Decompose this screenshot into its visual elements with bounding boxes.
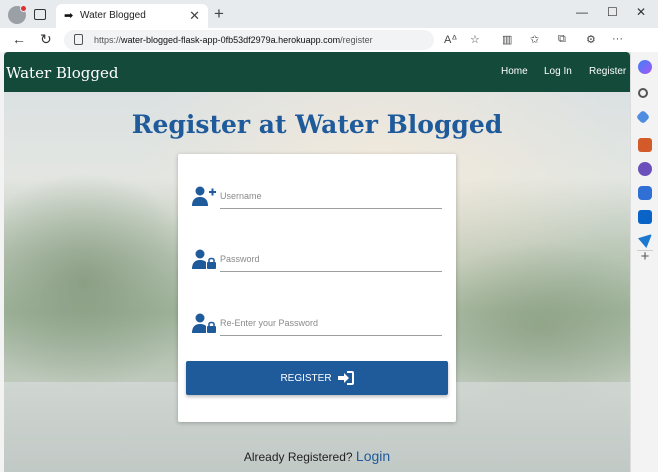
nav-register-link[interactable]: Register [589,66,626,77]
search-icon[interactable] [638,88,648,98]
games-icon[interactable] [638,162,652,176]
url-text: https://water-blogged-flask-app-0fb53df2… [94,35,373,45]
close-window-button[interactable]: ✕ [636,5,646,19]
page-title: Register at Water Blogged [131,110,503,139]
nav-login-link[interactable]: Log In [544,66,572,77]
page-viewport: Water Blogged Home Log In Register Regis… [4,52,630,472]
favorite-star-icon[interactable]: ☆ [470,33,480,46]
lock-icon [74,34,83,45]
office-icon[interactable] [638,186,652,200]
brand-logo[interactable]: Water Blogged [6,64,118,82]
username-field [192,184,442,212]
split-screen-icon[interactable]: ▥ [502,33,512,46]
register-form-card: REGISTER [178,154,456,422]
tools-icon[interactable] [638,138,652,152]
favorites-icon[interactable]: ✩ [530,33,539,46]
sign-in-icon [337,371,354,385]
user-plus-icon [192,186,216,206]
tab-close-icon[interactable]: ✕ [189,8,200,24]
login-link[interactable]: Login [356,448,390,464]
extensions-icon[interactable]: ⚙ [586,33,596,46]
password-field [192,247,442,275]
copilot-icon[interactable] [638,60,652,74]
nav-home-link[interactable]: Home [501,66,528,77]
profile-avatar[interactable] [8,5,27,24]
edge-sidebar: + [630,52,658,472]
password-input[interactable] [220,249,442,269]
maximize-button[interactable]: ☐ [607,5,618,19]
username-underline [220,208,442,209]
minimize-button[interactable]: — [576,5,588,19]
site-navbar: Water Blogged Home Log In Register [4,52,630,92]
password-underline [220,271,442,272]
tab-title: Water Blogged [80,10,146,21]
site-favicon-icon: ➡ [64,10,74,22]
browser-tab[interactable]: ➡ Water Blogged ✕ [56,4,208,28]
tab-actions-icon[interactable] [34,9,46,20]
repassword-underline [220,335,442,336]
outlook-icon[interactable] [638,210,652,224]
address-bar[interactable]: https://water-blogged-flask-app-0fb53df2… [64,30,434,50]
send-icon[interactable] [638,234,652,248]
read-aloud-icon[interactable]: Aᐞ [444,33,457,46]
more-menu-icon[interactable]: ··· [612,33,623,45]
add-icon[interactable]: + [638,249,652,264]
collections-icon[interactable]: ⧉ [558,33,566,46]
refresh-icon[interactable]: ↻ [40,31,52,48]
repassword-input[interactable] [220,313,442,333]
shopping-tag-icon[interactable] [635,109,651,125]
browser-toolbar: ← ↻ https://water-blogged-flask-app-0fb5… [0,28,658,52]
register-button-label: REGISTER [280,372,332,384]
new-tab-button[interactable]: + [214,4,224,24]
notification-dot [20,5,27,12]
browser-tab-bar: ➡ Water Blogged ✕ + — ☐ ✕ [0,0,658,28]
register-button[interactable]: REGISTER [186,361,448,395]
user-lock-icon [192,249,216,269]
back-arrow-icon[interactable]: ← [12,31,26,47]
user-lock-icon [192,313,216,333]
username-input[interactable] [220,186,442,206]
repassword-field [192,311,442,339]
already-registered-text: Already Registered? Login [243,448,391,464]
